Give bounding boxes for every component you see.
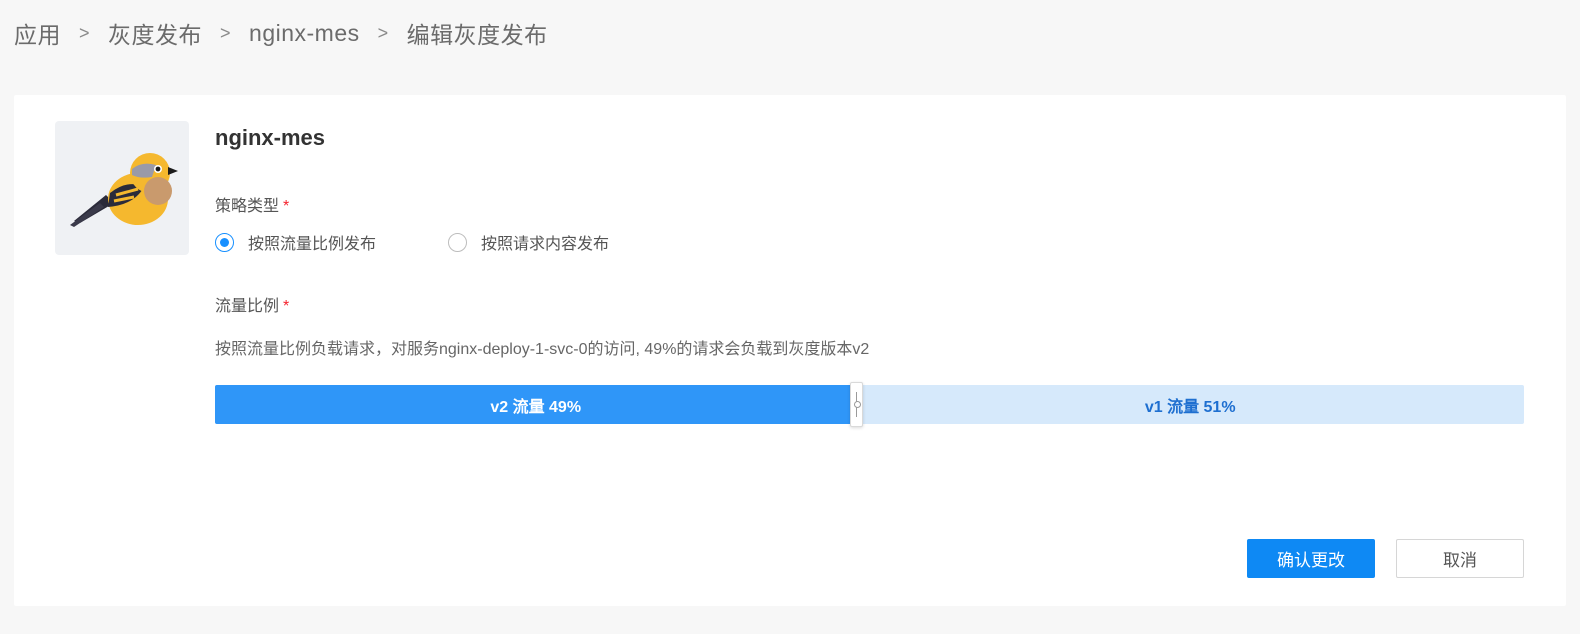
required-mark: *: [283, 298, 290, 315]
radio-label: 按照请求内容发布: [481, 236, 610, 253]
traffic-ratio-label: 流量比例 *: [215, 292, 289, 316]
traffic-ratio-description: 按照流量比例负载请求，对服务nginx-deploy-1-svc-0的访问, 4…: [215, 341, 870, 358]
slider-v1-segment: v1 流量 51%: [856, 385, 1524, 424]
radio-unchecked-icon[interactable]: [448, 232, 468, 252]
radio-by-traffic-ratio[interactable]: 按照流量比例发布: [215, 230, 376, 254]
breadcrumb: 应用 > 灰度发布 > nginx-mes > 编辑灰度发布: [14, 16, 548, 50]
breadcrumb-separator: >: [377, 22, 389, 43]
radio-by-request-content[interactable]: 按照请求内容发布: [448, 230, 609, 254]
slider-drag-handle[interactable]: [850, 382, 864, 427]
confirm-change-button[interactable]: 确认更改: [1247, 539, 1375, 578]
strategy-radio-group: 按照流量比例发布 按照请求内容发布: [215, 230, 609, 254]
breadcrumb-item-canary-release[interactable]: 灰度发布: [108, 16, 202, 50]
strategy-type-text: 策略类型: [215, 198, 280, 215]
bird-icon: [70, 153, 178, 227]
breadcrumb-item-app[interactable]: nginx-mes: [249, 20, 360, 47]
radio-checked-icon[interactable]: [215, 232, 234, 252]
slider-v2-segment: v2 流量 49%: [215, 385, 857, 424]
strategy-type-label: 策略类型 *: [215, 192, 289, 216]
traffic-ratio-slider[interactable]: v2 流量 49% v1 流量 51%: [215, 382, 1524, 427]
breadcrumb-separator: >: [79, 22, 91, 43]
radio-label: 按照流量比例发布: [248, 236, 377, 253]
v1-traffic-label: v1 流量 51%: [1144, 398, 1236, 416]
breadcrumb-separator: >: [220, 22, 232, 43]
breadcrumb-item-apps[interactable]: 应用: [14, 16, 61, 50]
edit-canary-card: nginx-mes 策略类型 * 按照流量比例发布 按照请求内容发布 流量比例 * …: [14, 95, 1566, 606]
traffic-ratio-text: 流量比例: [215, 298, 280, 315]
breadcrumb-item-current: 编辑灰度发布: [406, 22, 548, 48]
app-avatar: [55, 121, 189, 255]
cancel-button[interactable]: 取消: [1396, 539, 1524, 578]
v2-traffic-label: v2 流量 49%: [490, 398, 582, 416]
app-name: nginx-mes: [215, 125, 326, 150]
required-mark: *: [283, 198, 290, 215]
